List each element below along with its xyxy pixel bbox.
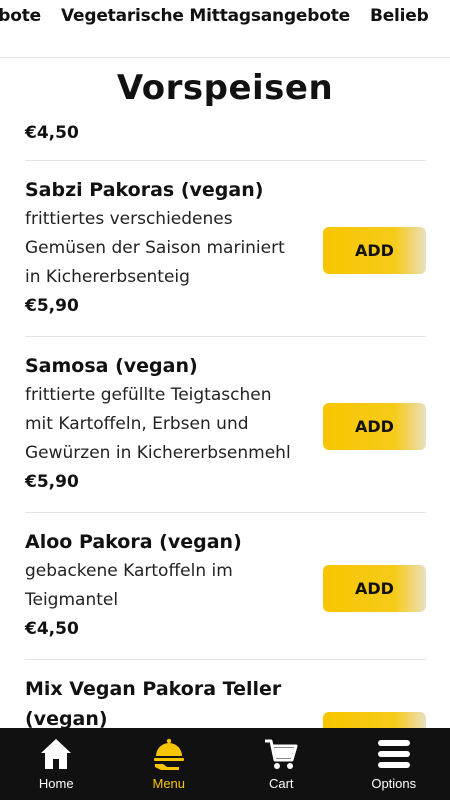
category-tab-bar: gebote Vegetarische Mittagsangebote Beli… [0, 0, 450, 58]
nav-home[interactable]: Home [0, 728, 113, 800]
add-to-cart-button[interactable]: ADD [323, 565, 426, 612]
bottom-navigation: Home Menu Cart Options [0, 728, 450, 800]
nav-home-label: Home [38, 776, 74, 791]
description-line: frittiertes verschiedenes [25, 209, 233, 229]
menu-item-text: Aloo Pakora (vegan) gebackene Kartoffeln… [25, 527, 325, 643]
description-line: frittierte gefüllte Teigtaschen [25, 385, 272, 405]
food-tray-icon [151, 736, 187, 772]
menu-item-name: Mix Vegan Pakora Teller [25, 678, 282, 700]
menu-item-price: €5,90 [25, 472, 79, 492]
description-line: gebackene Kartoffeln im [25, 561, 233, 581]
nav-cart-label: Cart [268, 776, 294, 791]
menu-item: Aloo Pakora (vegan) gebackene Kartoffeln… [25, 512, 426, 659]
category-track: gebote Vegetarische Mittagsangebote Beli… [0, 6, 429, 26]
category-tab-partial-left[interactable]: gebote [0, 6, 41, 26]
menu-item-price: €4,50 [25, 619, 79, 639]
previous-item-price: €4,50 [25, 123, 79, 143]
description-line: Gewürzen in Kichererbsenmehl [25, 443, 291, 463]
description-line: Gemüsen der Saison mariniert [25, 238, 285, 258]
menu-item-name: Samosa (vegan) [25, 355, 198, 377]
add-to-cart-button[interactable]: ADD [323, 403, 426, 450]
nav-cart[interactable]: Cart [225, 728, 338, 800]
menu-item-description: frittierte gefüllte Teigtaschen mit Kart… [25, 381, 325, 468]
menu-item-name-cont: (vegan) [25, 708, 108, 728]
add-to-cart-button[interactable]: ADD [323, 227, 426, 274]
menu-item-description: frittiertes verschiedenes Gemüsen der Sa… [25, 205, 325, 292]
home-icon [38, 736, 74, 772]
menu-item-name: Aloo Pakora (vegan) [25, 531, 242, 553]
nav-options[interactable]: Options [338, 728, 450, 800]
cart-icon [263, 736, 299, 772]
nav-menu[interactable]: Menu [113, 728, 226, 800]
menu-item: Mix Vegan Pakora Teller (vegan) ADD [25, 659, 426, 728]
category-tab-vegetarische[interactable]: Vegetarische Mittagsangebote [61, 6, 350, 26]
description-line: Teigmantel [25, 590, 119, 610]
menu-content: Vorspeisen €4,50 Sabzi Pakoras (vegan) f… [0, 58, 450, 728]
menu-item-description: gebackene Kartoffeln im Teigmantel [25, 557, 325, 615]
menu-item: Sabzi Pakoras (vegan) frittiertes versch… [25, 160, 426, 336]
hamburger-menu-icon [376, 736, 412, 772]
menu-item-price: €5,90 [25, 296, 79, 316]
add-to-cart-button[interactable]: ADD [323, 712, 426, 728]
menu-item: Samosa (vegan) frittierte gefüllte Teigt… [25, 336, 426, 512]
description-line: in Kichererbsenteig [25, 267, 190, 287]
nav-menu-label: Menu [152, 776, 186, 791]
section-title: Vorspeisen [116, 68, 334, 108]
menu-item-text: Samosa (vegan) frittierte gefüllte Teigt… [25, 351, 325, 496]
category-tab-partial-right[interactable]: Belieb [370, 6, 429, 26]
nav-options-label: Options [371, 776, 417, 791]
description-line: mit Kartoffeln, Erbsen und [25, 414, 249, 434]
menu-item-text: Mix Vegan Pakora Teller (vegan) [25, 674, 325, 728]
menu-item-text: Sabzi Pakoras (vegan) frittiertes versch… [25, 175, 325, 320]
menu-items-list: €4,50 Sabzi Pakoras (vegan) frittiertes … [25, 120, 426, 728]
menu-item-name: Sabzi Pakoras (vegan) [25, 179, 264, 201]
